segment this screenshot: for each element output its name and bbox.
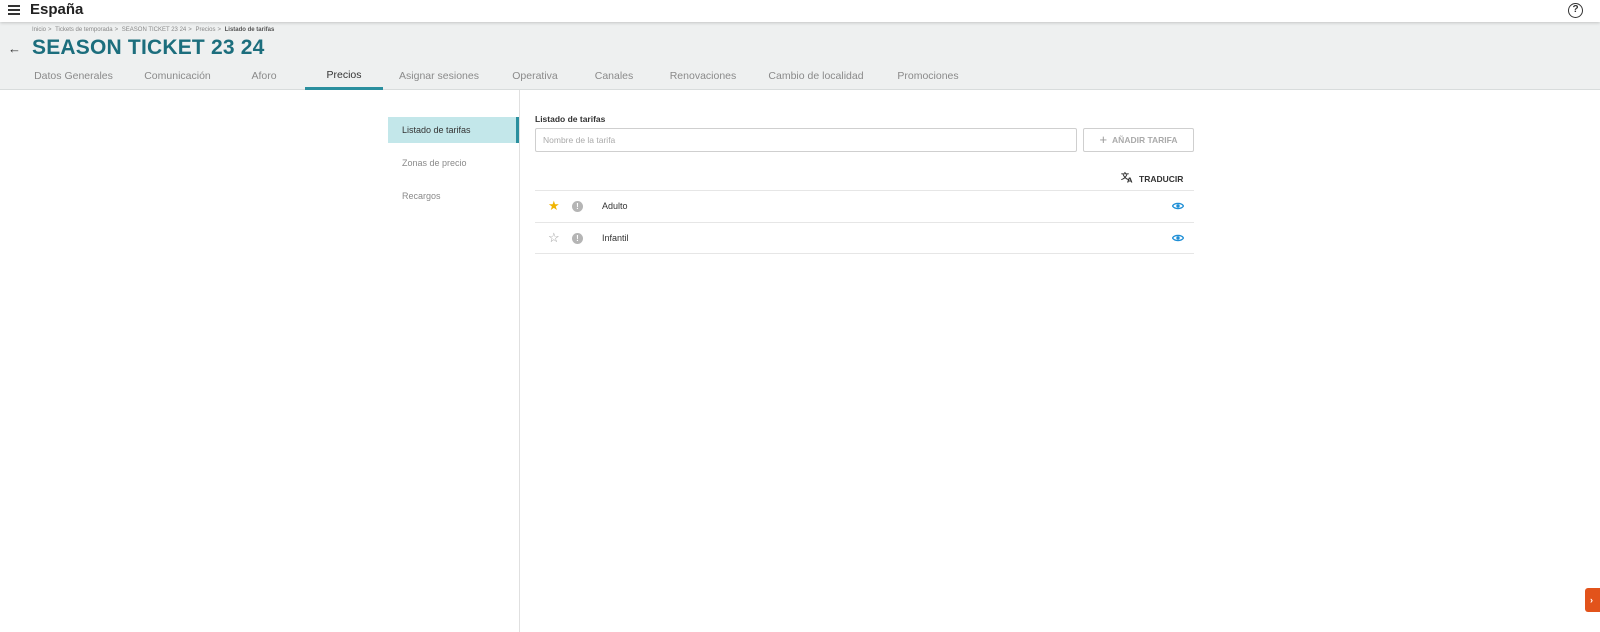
translate-button[interactable]: 文A TRADUCIR bbox=[1121, 171, 1183, 186]
back-arrow-icon[interactable]: ← bbox=[8, 41, 21, 56]
tab-canales[interactable]: Canales bbox=[584, 62, 644, 90]
tab-bar: Datos Generales Comunicación Aforo Preci… bbox=[0, 62, 1000, 90]
tab-datos-generales[interactable]: Datos Generales bbox=[28, 62, 119, 90]
chat-widget-button[interactable]: › bbox=[1585, 588, 1600, 612]
page-title: SEASON TICKET 23 24 bbox=[32, 36, 265, 59]
price-sidenav: Listado de tarifas Zonas de precio Recar… bbox=[388, 117, 519, 216]
list-item: ☆ ! Infantil bbox=[535, 222, 1194, 254]
tab-renovaciones[interactable]: Renovaciones bbox=[660, 62, 746, 90]
rate-list: ★ ! Adulto ☆ ! Infantil bbox=[535, 190, 1194, 254]
star-icon[interactable]: ☆ bbox=[548, 230, 560, 246]
sidenav-item-listado-de-tarifas[interactable]: Listado de tarifas bbox=[388, 117, 519, 143]
svg-text:A: A bbox=[1127, 177, 1133, 184]
tab-comunicacion[interactable]: Comunicación bbox=[135, 62, 220, 90]
tab-aforo[interactable]: Aforo bbox=[236, 62, 292, 90]
breadcrumb-item-current: Listado de tarifas bbox=[224, 27, 275, 33]
app-title: España bbox=[30, 1, 84, 18]
eye-icon[interactable] bbox=[1172, 234, 1184, 242]
menu-icon[interactable] bbox=[8, 5, 20, 17]
sidenav-item-zonas-de-precio[interactable]: Zonas de precio bbox=[388, 150, 519, 176]
translate-icon: 文A bbox=[1121, 171, 1134, 186]
star-icon[interactable]: ★ bbox=[548, 198, 560, 214]
sidenav-item-recargos[interactable]: Recargos bbox=[388, 183, 519, 209]
add-rate-button[interactable]: + AÑADIR TARIFA bbox=[1083, 128, 1194, 152]
tab-operativa[interactable]: Operativa bbox=[502, 62, 568, 90]
breadcrumb: Inicio > Tickets de temporada > SEASON TIC… bbox=[32, 27, 275, 33]
info-icon[interactable]: ! bbox=[572, 201, 583, 212]
breadcrumb-item-season-tickets[interactable]: Tickets de temporada bbox=[55, 27, 112, 33]
tab-asignar-sesiones[interactable]: Asignar sesiones bbox=[392, 62, 486, 90]
translate-label: TRADUCIR bbox=[1139, 173, 1184, 184]
section-label: Listado de tarifas bbox=[535, 114, 606, 124]
breadcrumb-item-home[interactable]: Inicio bbox=[32, 27, 46, 33]
list-item: ★ ! Adulto bbox=[535, 190, 1194, 222]
tab-precios[interactable]: Precios bbox=[305, 62, 383, 90]
help-icon[interactable]: ? bbox=[1568, 3, 1583, 18]
rate-name: Adulto bbox=[602, 201, 628, 211]
rate-name-input[interactable] bbox=[535, 128, 1077, 152]
info-icon[interactable]: ! bbox=[572, 233, 583, 244]
tab-promociones[interactable]: Promociones bbox=[886, 62, 970, 90]
add-rate-label: AÑADIR TARIFA bbox=[1112, 135, 1178, 145]
page-header: Inicio > Tickets de temporada > SEASON TIC… bbox=[0, 22, 1600, 90]
eye-icon[interactable] bbox=[1172, 202, 1184, 210]
chat-icon: › bbox=[1590, 595, 1593, 605]
plus-icon: + bbox=[1099, 132, 1108, 147]
tab-cambio-de-localidad[interactable]: Cambio de localidad bbox=[762, 62, 870, 90]
vertical-divider bbox=[519, 90, 520, 632]
top-bar: España ? bbox=[0, 0, 1600, 22]
breadcrumb-item-prices[interactable]: Precios bbox=[195, 27, 215, 33]
rate-name: Infantil bbox=[602, 233, 629, 243]
breadcrumb-item-season-ticket[interactable]: SEASON TICKET 23 24 bbox=[122, 27, 186, 33]
